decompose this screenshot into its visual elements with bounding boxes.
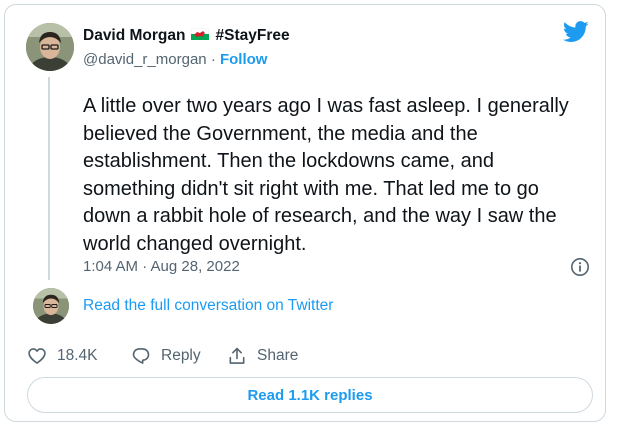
- read-replies-button[interactable]: Read 1.1K replies: [27, 377, 593, 413]
- author-avatar[interactable]: [26, 23, 74, 71]
- like-button[interactable]: 18.4K: [27, 346, 131, 366]
- tweet-timestamp[interactable]: 1:04 AM · Aug 28, 2022: [83, 258, 240, 275]
- wales-flag-icon: [191, 27, 210, 45]
- tweet-actions: 18.4K Reply Share: [27, 345, 298, 367]
- handle-separator: ·: [210, 51, 216, 68]
- conversation-avatar: [33, 288, 69, 324]
- like-count: 18.4K: [57, 347, 98, 364]
- read-replies-label: Read 1.1K replies: [247, 386, 373, 404]
- reply-label: Reply: [161, 347, 201, 364]
- author-name-row[interactable]: David Morgan #StayFree: [83, 26, 290, 46]
- share-upload-icon: [227, 346, 247, 366]
- share-button[interactable]: Share: [227, 346, 298, 366]
- heart-icon: [27, 346, 47, 366]
- twitter-bird-icon[interactable]: [562, 21, 589, 48]
- info-icon[interactable]: [570, 257, 590, 282]
- reply-bubble-icon: [131, 346, 151, 366]
- thread-connector-line: [48, 77, 50, 280]
- author-name-hashtag: #StayFree: [215, 27, 290, 44]
- share-label: Share: [257, 347, 299, 364]
- author-handle[interactable]: @david_r_morgan: [83, 51, 207, 68]
- author-name[interactable]: David Morgan: [83, 27, 185, 45]
- reply-button[interactable]: Reply: [131, 346, 227, 366]
- follow-button[interactable]: Follow: [220, 51, 268, 68]
- tweet-text: A little over two years ago I was fast a…: [83, 95, 569, 255]
- handle-row: @david_r_morgan · Follow: [83, 51, 267, 68]
- embedded-tweet-card: David Morgan #StayFree @david_r_morgan ·…: [4, 4, 606, 422]
- read-full-conversation-link[interactable]: Read the full conversation on Twitter: [83, 297, 333, 315]
